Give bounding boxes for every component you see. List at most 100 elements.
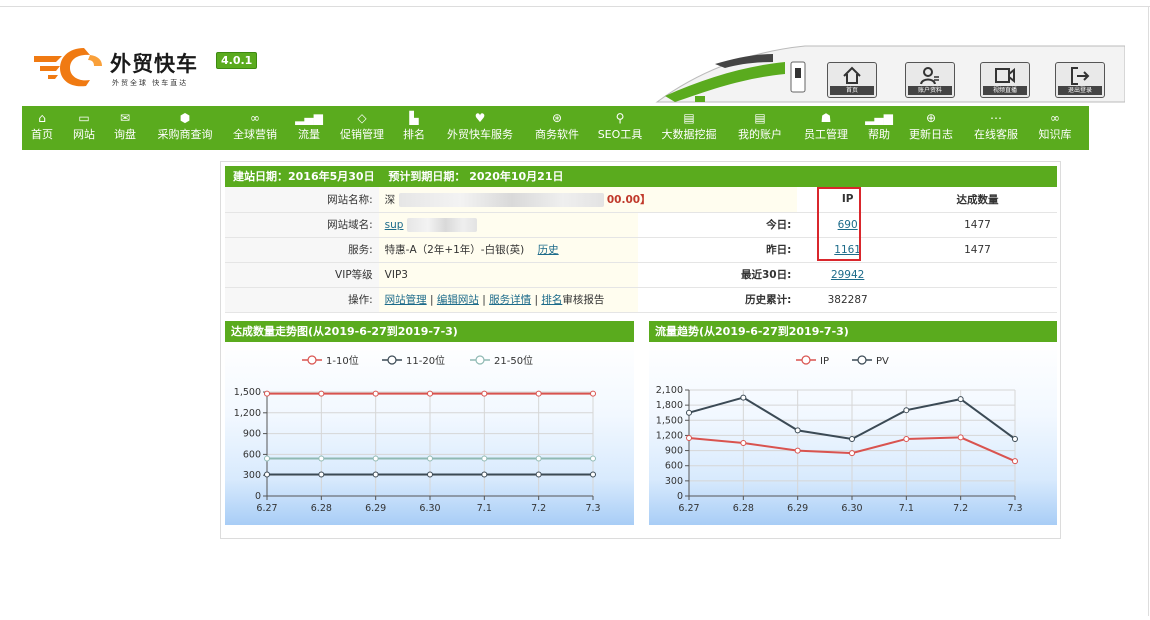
y-tick-label: 900	[665, 446, 683, 457]
table-row: VIP等级 VIP3 最近30日: 29942	[225, 262, 1057, 288]
data-point	[849, 450, 855, 457]
nav-label: 知识库	[1038, 128, 1072, 141]
user-icon	[920, 67, 939, 85]
nav-item[interactable]: ⚲ SEO工具	[580, 106, 660, 150]
service-detail-link[interactable]: 服务详情	[489, 294, 531, 306]
brand-slogan: 外贸全球 快车直达	[112, 79, 189, 87]
service-label: 服务:	[225, 237, 379, 263]
data-point	[535, 471, 542, 478]
edit-site-link[interactable]: 编辑网站	[437, 294, 479, 306]
y-tick-label: 600	[243, 449, 261, 460]
legend-label: IP	[820, 356, 829, 367]
x-tick-label: 6.30	[841, 503, 862, 514]
data-point	[686, 434, 692, 441]
table-row: 操作: 网站管理 | 编辑网站 | 服务详情 | 排名审核报告 历史累计: 38…	[225, 287, 1057, 313]
y-tick-label: 2,100	[656, 385, 683, 396]
site-info-table: 网站名称: 深 00.00】 IP 达成数量 网站域名: sup 今日: 690…	[225, 187, 1057, 313]
nav-icon: ⚲	[615, 111, 625, 125]
redacted-blur	[406, 217, 477, 232]
data-point	[957, 434, 964, 441]
count-column-header: 达成数量	[897, 187, 1057, 213]
domain-label: 网站域名:	[225, 212, 379, 238]
top-button-home[interactable]: 首页	[827, 62, 877, 98]
traffic-chart-svg: 0 300 600 900 1,200 1,500 1,800 2,100 6.27 6.28 6.…	[656, 355, 1023, 514]
stat-count-today: 1477	[897, 212, 1057, 238]
nav-icon: ⬢	[179, 111, 191, 125]
expire-date: 预计到期日期： 2020年10月21日	[388, 170, 564, 183]
y-tick-label: 1,200	[656, 430, 683, 441]
x-tick-label: 7.1	[899, 503, 914, 514]
y-tick-label: 900	[243, 429, 261, 440]
y-tick-label: 0	[677, 491, 683, 502]
site-name-value: 深 00.00】	[378, 187, 798, 213]
stat-ip-30days[interactable]: 29942	[797, 262, 898, 288]
x-tick-label: 6.27	[678, 503, 699, 514]
data-point	[903, 407, 910, 414]
site-manage-link[interactable]: 网站管理	[385, 294, 427, 306]
top-button-label: 退出登录	[1058, 86, 1102, 95]
data-point	[427, 471, 433, 478]
data-point	[372, 390, 379, 397]
nav-label: 采购商查询	[157, 128, 213, 141]
frame-border-right	[1148, 6, 1149, 616]
nav-item[interactable]: ♥ 外贸快车服务	[440, 106, 520, 150]
vip-label: VIP等级	[225, 262, 379, 288]
nav-icon: ♥	[474, 111, 486, 125]
nav-item[interactable]: ▤ 大数据挖掘	[649, 106, 729, 150]
nav-label: 外贸快车服务	[447, 128, 513, 141]
legend-swatch-marker	[801, 355, 811, 365]
x-tick-label: 6.27	[256, 503, 277, 514]
data-point	[957, 396, 964, 403]
x-tick-label: 6.30	[419, 503, 440, 514]
y-tick-label: 1,200	[234, 408, 261, 419]
x-tick-label: 7.2	[953, 503, 968, 514]
data-point	[481, 455, 488, 462]
y-tick-label: 300	[243, 470, 261, 481]
vip-value: VIP3	[378, 262, 639, 288]
nav-item[interactable]: ⬢ 采购商查询	[145, 106, 225, 150]
data-point	[427, 455, 433, 462]
logout-icon	[1071, 67, 1090, 85]
brand-logo-icon	[34, 48, 102, 87]
domain-value[interactable]: sup	[378, 212, 639, 238]
top-button-user[interactable]: 账户资料	[905, 62, 955, 98]
redacted-blur	[398, 192, 604, 207]
top-button-video[interactable]: 视频直播	[980, 62, 1030, 98]
data-point	[481, 390, 488, 397]
site-dates-header: 建站日期：2016年5月30日 预计到期日期： 2020年10月21日	[225, 166, 1057, 187]
data-point	[481, 471, 488, 478]
data-point	[264, 390, 270, 397]
build-date: 建站日期：2016年5月30日	[233, 170, 375, 183]
top-button-logout[interactable]: 退出登录	[1055, 62, 1105, 98]
brand-logo[interactable]: 外贸快车 4.0.1 外贸全球 快车直达	[32, 44, 262, 94]
legend-swatch-marker	[307, 355, 317, 365]
data-point	[794, 427, 801, 434]
table-row: 网站域名: sup 今日: 690 1477	[225, 212, 1057, 238]
y-tick-label: 1,500	[234, 387, 261, 398]
nav-item[interactable]: ∞ 知识库	[1015, 106, 1095, 150]
data-point	[318, 471, 325, 478]
x-tick-label: 7.1	[477, 503, 492, 514]
legend-label: 11-20位	[406, 354, 445, 367]
stat-count-total	[897, 287, 1057, 313]
history-link[interactable]: 历史	[538, 244, 559, 256]
ranking-link[interactable]: 排名	[541, 294, 562, 306]
operation-label: 操作:	[225, 287, 379, 313]
table-row: 网站名称: 深 00.00】 IP 达成数量	[225, 187, 1057, 213]
nav-icon: ∞	[1050, 111, 1060, 125]
audit-report-text: 审核报告	[562, 294, 605, 306]
stat-ip-total: 382287	[797, 287, 898, 313]
y-tick-label: 600	[665, 461, 683, 472]
legend-swatch-marker	[387, 355, 397, 365]
legend-swatch-marker	[857, 355, 867, 365]
data-point	[318, 390, 325, 397]
nav-icon: ▤	[683, 111, 695, 125]
legend-label: 1-10位	[326, 354, 359, 367]
page: 外贸快车 4.0.1 外贸全球 快车直达 首页 账户资料 视频直播 退出登录 ⌂ 首页 ▭…	[0, 0, 1150, 620]
nav-label: 大数据挖掘	[661, 128, 717, 141]
x-tick-label: 6.29	[787, 503, 808, 514]
stat-label: 最近30日:	[638, 262, 798, 288]
stat-label: 今日:	[638, 212, 798, 238]
stat-count-yesterday: 1477	[897, 237, 1057, 263]
traffic-chart: 0 300 600 900 1,200 1,500 1,800 2,100 6.27 6.28 6.…	[649, 342, 1057, 525]
